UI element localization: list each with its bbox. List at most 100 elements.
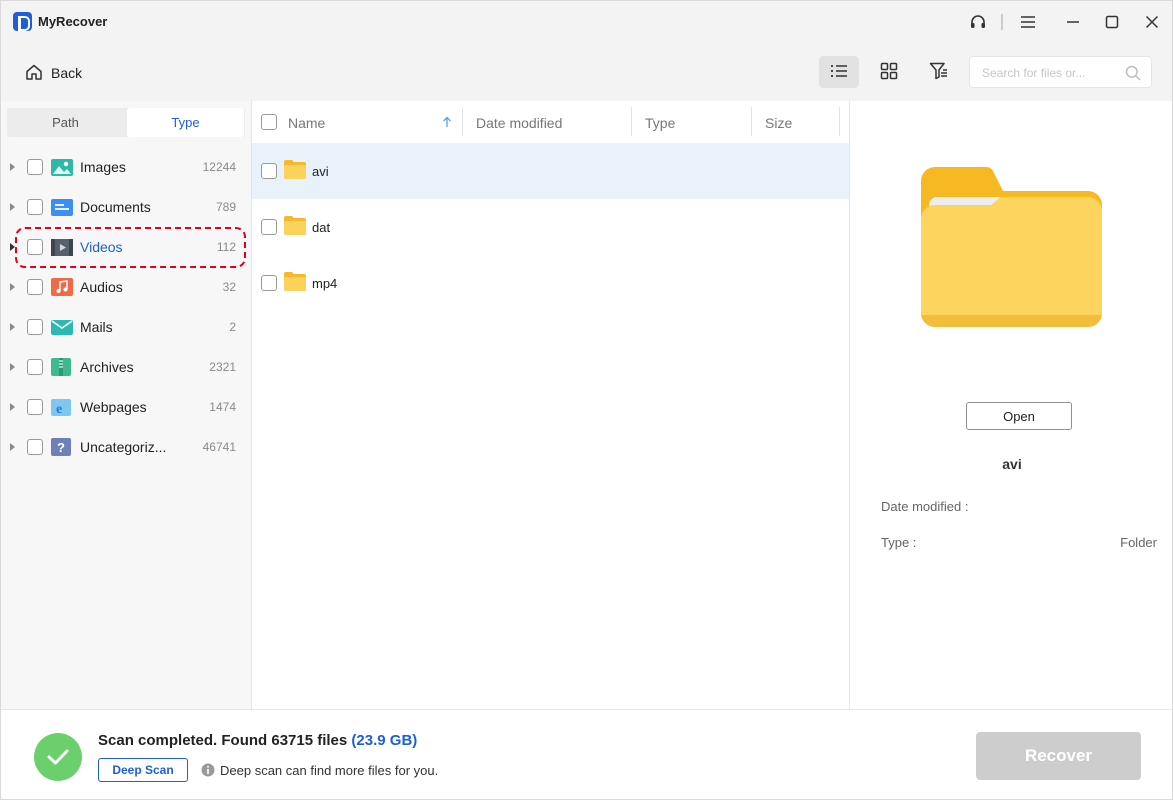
expand-arrow-icon[interactable] (10, 323, 15, 331)
file-list-panel: Name Date modified Type Size avi dat mp4 (252, 101, 857, 709)
date-modified-label: Date modified : (881, 499, 969, 514)
column-header-name[interactable]: Name (288, 115, 325, 131)
search-input[interactable] (982, 64, 1122, 82)
column-divider[interactable] (462, 107, 463, 136)
expand-arrow-icon[interactable] (10, 163, 15, 171)
filter-button[interactable] (919, 56, 959, 88)
category-row-audios[interactable]: Audios 32 (1, 267, 252, 307)
menu-icon[interactable] (1015, 10, 1041, 34)
category-checkbox[interactable] (27, 399, 43, 415)
category-checkbox[interactable] (27, 199, 43, 215)
category-row-webpages[interactable]: e Webpages 1474 (1, 387, 252, 427)
success-check-icon (34, 733, 82, 781)
category-label: Images (80, 159, 126, 175)
category-row-archives[interactable]: Archives 2321 (1, 347, 252, 387)
expand-arrow-icon[interactable] (10, 243, 15, 251)
close-icon[interactable] (1139, 10, 1165, 34)
column-divider[interactable] (751, 107, 752, 136)
headset-support-icon[interactable] (965, 10, 991, 34)
preview-panel: Open avi Date modified : Type : Folder (849, 101, 1172, 709)
info-icon (201, 763, 215, 780)
file-row[interactable]: dat (252, 199, 849, 255)
folder-icon (284, 160, 306, 182)
column-header-date-modified[interactable]: Date modified (476, 115, 562, 131)
file-checkbox[interactable] (261, 163, 277, 179)
back-label: Back (51, 65, 83, 81)
category-checkbox[interactable] (27, 319, 43, 335)
maximize-icon[interactable] (1099, 10, 1125, 34)
app-logo-icon (13, 12, 32, 31)
list-header: Name Date modified Type Size (252, 101, 849, 144)
audios-icon (51, 277, 73, 297)
category-checkbox[interactable] (27, 239, 43, 255)
category-row-uncategorized[interactable]: ? Uncategoriz... 46741 (1, 427, 252, 467)
sort-ascending-icon[interactable] (442, 115, 452, 131)
category-label: Audios (80, 279, 123, 295)
file-checkbox[interactable] (261, 219, 277, 235)
file-row[interactable]: mp4 (252, 255, 849, 311)
folder-icon (284, 272, 306, 294)
deep-scan-hint: Deep scan can find more files for you. (220, 763, 439, 778)
category-row-documents[interactable]: Documents 789 (1, 187, 252, 227)
category-label: Uncategoriz... (80, 439, 167, 455)
title-bar: MyRecover (1, 1, 1172, 43)
grid-view-button[interactable] (869, 56, 909, 88)
toolbar: Back (1, 43, 1172, 101)
webpages-icon: e (51, 397, 73, 417)
file-checkbox[interactable] (261, 275, 277, 291)
expand-arrow-icon[interactable] (10, 363, 15, 371)
category-row-mails[interactable]: Mails 2 (1, 307, 252, 347)
list-view-button[interactable] (819, 56, 859, 88)
deep-scan-button[interactable]: Deep Scan (98, 758, 188, 782)
svg-text:?: ? (57, 440, 65, 455)
category-checkbox[interactable] (27, 439, 43, 455)
category-row-videos[interactable]: Videos 112 (1, 227, 252, 267)
type-value: Folder (1120, 535, 1157, 550)
search-icon[interactable] (1125, 65, 1141, 84)
status-footer: Scan completed. Found 63715 files (23.9 … (1, 709, 1172, 799)
open-button[interactable]: Open (966, 402, 1072, 430)
archives-icon (51, 357, 73, 377)
expand-arrow-icon[interactable] (10, 403, 15, 411)
uncategorized-icon: ? (51, 437, 73, 457)
select-all-checkbox[interactable] (261, 114, 277, 130)
category-count: 32 (222, 280, 236, 294)
scan-size: (23.9 GB) (351, 732, 418, 749)
tab-path[interactable]: Path (7, 108, 124, 137)
back-button[interactable]: Back (25, 61, 82, 85)
category-checkbox[interactable] (27, 359, 43, 375)
category-checkbox[interactable] (27, 159, 43, 175)
column-header-size[interactable]: Size (765, 115, 792, 131)
category-count: 1474 (209, 400, 236, 414)
scan-status-text: Scan completed. Found 63715 files (23.9 … (98, 732, 417, 749)
app-window: MyRecover Back Search for files or... Pa… (0, 0, 1173, 800)
grid-view-icon (880, 62, 898, 83)
images-icon (51, 157, 73, 177)
large-folder-icon (921, 166, 1102, 332)
expand-arrow-icon[interactable] (10, 203, 15, 211)
category-count: 789 (215, 200, 236, 214)
category-count: 112 (216, 240, 236, 254)
file-name: mp4 (312, 276, 338, 291)
file-row[interactable]: avi (252, 143, 849, 199)
column-header-type[interactable]: Type (645, 115, 675, 131)
tab-type[interactable]: Type (127, 108, 244, 137)
scan-summary: Scan completed. Found 63715 files (98, 732, 348, 749)
expand-arrow-icon[interactable] (10, 283, 15, 291)
category-label: Webpages (80, 399, 147, 415)
category-checkbox[interactable] (27, 279, 43, 295)
app-title: MyRecover (38, 14, 108, 29)
category-row-images[interactable]: Images 12244 (1, 147, 252, 187)
expand-arrow-icon[interactable] (10, 443, 15, 451)
videos-icon (51, 237, 73, 257)
search-box (969, 56, 1152, 88)
recover-button[interactable]: Recover (976, 732, 1141, 780)
column-divider[interactable] (839, 107, 840, 136)
file-name: avi (312, 164, 329, 179)
minimize-icon[interactable] (1060, 10, 1086, 34)
file-name: dat (312, 220, 331, 235)
type-label: Type : (881, 535, 917, 550)
svg-text:e: e (56, 402, 62, 417)
category-label: Videos (80, 239, 123, 255)
column-divider[interactable] (631, 107, 632, 136)
